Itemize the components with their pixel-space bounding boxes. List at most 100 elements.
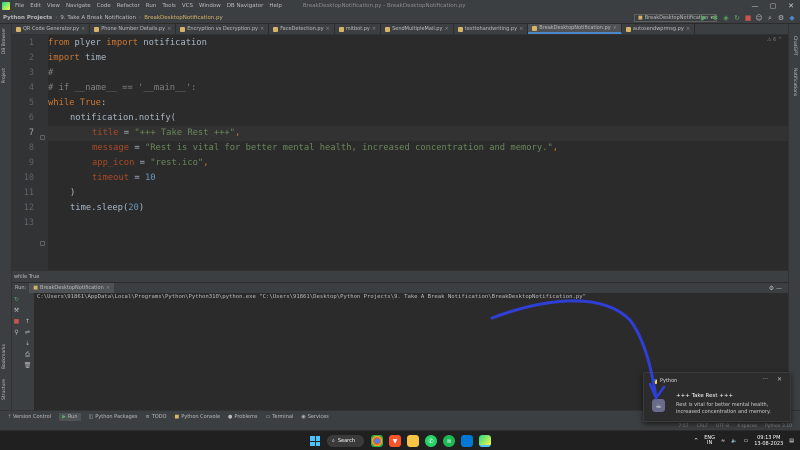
- rerun-icon[interactable]: ↻: [733, 14, 741, 22]
- chevron-up-icon[interactable]: ^: [694, 438, 698, 444]
- soft-wrap-icon[interactable]: ⇌: [24, 329, 31, 336]
- maximize-icon[interactable]: ▢: [764, 0, 782, 12]
- clock[interactable]: 09:13 PM 13-08-2023: [754, 435, 783, 447]
- menu-refactor[interactable]: Refactor: [114, 3, 143, 9]
- menu-help[interactable]: Help: [266, 3, 285, 9]
- wrench-icon[interactable]: ⚒: [13, 307, 20, 314]
- fold-marker-icon[interactable]: [40, 135, 45, 140]
- search-icon[interactable]: ⌕: [766, 14, 774, 22]
- pin-icon[interactable]: ⚲: [13, 329, 20, 336]
- menu-code[interactable]: Code: [94, 3, 114, 9]
- close-icon[interactable]: ×: [260, 26, 264, 32]
- tab-encryption[interactable]: Encryption vs Decryption.py ×: [176, 24, 270, 34]
- tab-autosend[interactable]: autosendwprmsg.py ×: [622, 24, 696, 34]
- file-encoding[interactable]: UTF-8: [716, 424, 729, 429]
- chatgpt-tool[interactable]: ChatGPT: [792, 36, 797, 55]
- python-packages-tool[interactable]: ◫ Python Packages: [89, 414, 138, 420]
- menu-file[interactable]: File: [12, 3, 27, 9]
- menu-navigate[interactable]: Navigate: [63, 3, 94, 9]
- tab-phone-number-details[interactable]: Phone Number Details.py ×: [90, 24, 177, 34]
- close-icon[interactable]: ×: [519, 26, 523, 32]
- menu-edit[interactable]: Edit: [27, 3, 44, 9]
- bookmarks-tool[interactable]: Bookmarks: [2, 344, 7, 369]
- line-separator[interactable]: CRLF: [697, 424, 708, 429]
- tab-send-multiple-mail[interactable]: SendMultipleMail.py ×: [381, 24, 454, 34]
- run-tab[interactable]: ■ BreakDesktopNotification ×: [29, 282, 114, 294]
- run-tool[interactable]: ▶ Run: [59, 412, 81, 421]
- close-icon[interactable]: ✕: [777, 376, 782, 383]
- menu-window[interactable]: Window: [196, 3, 224, 9]
- store-icon[interactable]: [461, 435, 473, 447]
- up-icon[interactable]: ↑: [24, 318, 31, 325]
- trash-icon[interactable]: 🗑: [24, 362, 32, 369]
- menu-db-navigator[interactable]: DB Navigator: [224, 3, 267, 9]
- more-options-icon[interactable]: ···: [762, 376, 768, 383]
- caret-position[interactable]: 7:57: [678, 424, 688, 429]
- menu-run[interactable]: Run: [143, 3, 160, 9]
- chrome-icon[interactable]: [371, 435, 383, 447]
- indent-setting[interactable]: 4 spaces: [737, 424, 757, 429]
- settings-icon[interactable]: ⚙ —: [769, 285, 782, 292]
- terminal-tool[interactable]: ▭ Terminal: [265, 414, 293, 420]
- fold-marker-icon[interactable]: [40, 241, 45, 246]
- close-icon[interactable]: ×: [81, 26, 85, 32]
- volume-icon[interactable]: 🔈: [731, 438, 737, 444]
- taskbar-search[interactable]: ⌕ Search: [327, 435, 364, 447]
- tab-face-detection[interactable]: FaceDetection.py ×: [269, 24, 335, 34]
- structure-tool[interactable]: Structure: [2, 379, 7, 400]
- tab-text-to-handwriting[interactable]: texttohandwriting.py ×: [454, 24, 529, 34]
- close-icon[interactable]: ×: [372, 26, 376, 32]
- project-tool[interactable]: Project: [2, 68, 7, 83]
- coverage-icon[interactable]: ◈: [722, 14, 730, 22]
- plugin-icon[interactable]: ◆: [788, 14, 796, 22]
- todo-tool[interactable]: ≡ TODO: [146, 414, 167, 420]
- pycharm-taskbar-icon[interactable]: [479, 435, 491, 447]
- close-icon[interactable]: ×: [106, 285, 110, 291]
- interpreter[interactable]: Python 3.10: [765, 424, 792, 429]
- close-icon[interactable]: ×: [167, 26, 171, 32]
- inspection-widget[interactable]: ⚠ 6 ^: [767, 37, 782, 43]
- breadcrumb-folder[interactable]: 9. Take A Break Notification: [57, 15, 139, 21]
- tab-qr-code-generator[interactable]: QR Code Generator.py ×: [12, 24, 91, 34]
- close-icon[interactable]: ×: [686, 26, 690, 32]
- notifications-tool[interactable]: Notifications: [792, 68, 797, 96]
- debug-icon[interactable]: ✱: [711, 14, 719, 22]
- close-icon[interactable]: ✕: [782, 0, 800, 12]
- close-icon[interactable]: ×: [444, 26, 448, 32]
- windows-start-icon[interactable]: [310, 436, 320, 446]
- menu-tools[interactable]: Tools: [159, 3, 179, 9]
- problems-tool[interactable]: ● Problems: [228, 414, 257, 420]
- menu-vcs[interactable]: VCS: [179, 3, 196, 9]
- brave-icon[interactable]: ▼: [389, 435, 401, 447]
- spotify-icon[interactable]: ≋: [443, 435, 455, 447]
- print-icon[interactable]: ⎙: [24, 351, 31, 358]
- user-icon[interactable]: ☺: [755, 14, 763, 22]
- services-tool[interactable]: ◉ Services: [301, 414, 328, 420]
- stop-icon[interactable]: ■: [13, 318, 20, 325]
- breadcrumb-while[interactable]: while True: [14, 274, 39, 280]
- close-icon[interactable]: ×: [326, 26, 330, 32]
- battery-icon[interactable]: ▭: [743, 438, 748, 444]
- wifi-icon[interactable]: ≈: [721, 438, 725, 444]
- notification-center-icon[interactable]: ▤: [789, 438, 794, 444]
- run-icon[interactable]: ▶: [700, 14, 708, 22]
- breadcrumb-project[interactable]: Python Projects: [0, 15, 55, 21]
- tab-mitbot[interactable]: mitbot.py ×: [335, 24, 382, 34]
- close-icon[interactable]: ×: [613, 25, 617, 31]
- toast-notification[interactable]: Python ··· ✕ ☕ +++ Take Rest +++ Rest is…: [643, 372, 791, 422]
- rerun-icon[interactable]: ↻: [13, 296, 20, 303]
- minimize-icon[interactable]: —: [746, 0, 764, 12]
- db-browser-tool[interactable]: DB Browser: [2, 28, 7, 54]
- whatsapp-icon[interactable]: ✆: [425, 435, 437, 447]
- breadcrumb-file[interactable]: BreakDesktopNotification.py: [141, 15, 226, 21]
- code-editor[interactable]: ⚠ 6 ^ from plyer import notification imp…: [48, 35, 788, 270]
- scroll-to-end-icon[interactable]: ⇣: [24, 340, 31, 347]
- language-indicator[interactable]: ENG IN: [704, 435, 715, 447]
- tab-break-desktop-notification[interactable]: BreakDesktopNotification.py ×: [528, 24, 622, 34]
- stop-icon[interactable]: ■: [744, 14, 752, 22]
- version-control-tool[interactable]: ᛘ Version Control: [8, 414, 51, 420]
- menu-view[interactable]: View: [44, 3, 63, 9]
- settings-icon[interactable]: ⚙: [777, 14, 785, 22]
- file-explorer-icon[interactable]: [407, 435, 419, 447]
- python-console-tool[interactable]: ■ Python Console: [175, 414, 221, 420]
